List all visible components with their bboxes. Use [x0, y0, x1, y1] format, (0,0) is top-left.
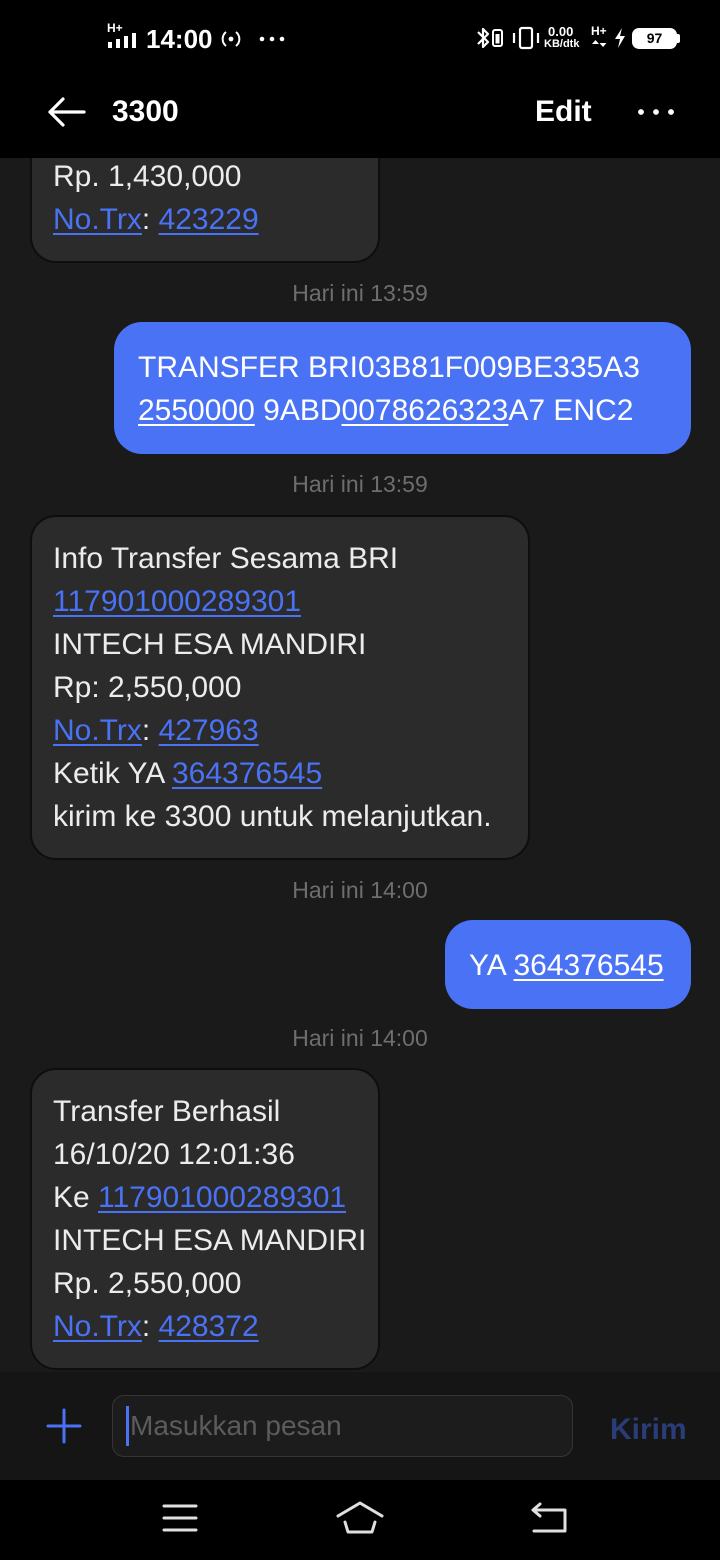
navigation-bar — [0, 1480, 720, 1560]
received-message-bubble[interactable]: Transfer Berhasil 16/10/20 12:01:36 Ke 1… — [30, 1068, 380, 1370]
message-line: TRANSFER BRI03B81F009BE335A3 — [138, 346, 675, 389]
message-text: 9ABD — [254, 394, 342, 427]
trx-number-link[interactable]: 427963 — [159, 714, 259, 747]
text-cursor — [126, 1406, 129, 1446]
amount-text: Rp. 2,550,000 — [53, 1267, 242, 1300]
network-speed-unit: KB/dtk — [544, 38, 580, 50]
message-line: No.Trx: 427963 — [53, 709, 520, 752]
conversation-title: 3300 — [112, 95, 179, 128]
received-message-bubble[interactable]: Rp. 1,430,000 No.Trx: 423229 — [30, 158, 380, 263]
account-name-text: INTECH ESA MANDIRI — [53, 1224, 367, 1257]
message-line: Rp. 1,430,000 — [53, 158, 370, 198]
menu-icon[interactable] — [162, 1503, 198, 1533]
message-line: Transfer Berhasil — [53, 1090, 370, 1133]
message-line: Ketik YA 364376545 — [53, 752, 520, 795]
data-activity-icon — [592, 40, 607, 47]
vibrate-icon — [512, 26, 540, 50]
message-line: 117901000289301 — [53, 580, 520, 623]
message-text: YA — [469, 949, 514, 982]
message-line: INTECH ESA MANDIRI — [53, 623, 520, 666]
timestamp: Hari ini 14:00 — [292, 1025, 428, 1051]
number-link[interactable]: 0078626323 — [342, 394, 509, 427]
edit-button[interactable]: Edit — [535, 92, 592, 132]
message-line: Rp: 2,550,000 — [53, 666, 520, 709]
back-arrow-icon[interactable] — [46, 96, 86, 128]
amount-text: Rp. 1,430,000 — [53, 160, 242, 193]
message-line: Rp. 2,550,000 — [53, 1262, 370, 1305]
trx-label-link[interactable]: No.Trx — [53, 714, 142, 747]
account-name-text: INTECH ESA MANDIRI — [53, 628, 367, 661]
message-title-text: Info Transfer Sesama BRI — [53, 542, 399, 575]
message-line: YA 364376545 — [469, 944, 675, 987]
top-bar: H+ 14:00 0.00 KB/dtk H+ 97 3300 Edit — [0, 0, 720, 158]
timestamp: Hari ini 13:59 — [292, 471, 428, 497]
signal-icon — [108, 33, 136, 48]
separator-text: : — [141, 714, 159, 747]
account-number-link[interactable]: 117901000289301 — [98, 1181, 346, 1214]
account-number-link[interactable]: 117901000289301 — [53, 585, 301, 618]
message-line: INTECH ESA MANDIRI — [53, 1219, 370, 1262]
battery-nub — [677, 34, 680, 43]
separator-text: : — [141, 1310, 159, 1343]
network-speed-value: 0.00 — [548, 24, 574, 39]
timestamp: Hari ini 13:59 — [292, 280, 428, 306]
message-text: Ke — [53, 1181, 99, 1214]
home-icon[interactable] — [335, 1500, 385, 1536]
trx-label-link[interactable]: No.Trx — [53, 1310, 142, 1343]
separator-text: : — [141, 203, 159, 236]
message-line: 2550000 9ABD0078626323A7 ENC2 — [138, 389, 675, 432]
message-line: 16/10/20 12:01:36 — [53, 1133, 370, 1176]
message-line: Ke 117901000289301 — [53, 1176, 370, 1219]
message-line: Info Transfer Sesama BRI — [53, 537, 520, 580]
status-time: 14:00 — [146, 24, 213, 54]
message-input[interactable] — [112, 1395, 573, 1457]
sent-message-bubble[interactable]: YA 364376545 — [445, 920, 691, 1009]
message-line: kirim ke 3300 untuk melanjutkan. — [53, 795, 520, 838]
instruction-text: kirim ke 3300 untuk melanjutkan. — [53, 800, 492, 833]
message-thread[interactable]: Rp. 1,430,000 No.Trx: 423229 Hari ini 13… — [0, 158, 720, 1372]
message-line: No.Trx: 423229 — [53, 198, 370, 241]
send-button[interactable]: Kirim — [610, 1410, 687, 1450]
app-header — [0, 75, 720, 158]
timestamp: Hari ini 14:00 — [292, 877, 428, 903]
message-composer: Kirim — [0, 1372, 720, 1480]
add-icon[interactable] — [46, 1408, 82, 1444]
amount-text: Rp: 2,550,000 — [53, 671, 242, 704]
message-text: A7 ENC2 — [508, 394, 634, 427]
number-link[interactable]: 2550000 — [138, 394, 255, 427]
message-line: No.Trx: 428372 — [53, 1305, 370, 1348]
battery-percent: 97 — [646, 30, 663, 46]
more-options-icon[interactable] — [636, 106, 678, 118]
hotspot-icon — [221, 31, 241, 47]
battery-icon: 97 — [632, 28, 677, 49]
trx-number-link[interactable]: 423229 — [159, 203, 259, 236]
trx-label-link[interactable]: No.Trx — [53, 203, 142, 236]
charging-icon — [615, 28, 625, 48]
message-text: TRANSFER BRI03B81F009BE335A3 — [138, 351, 640, 384]
instruction-text: Ketik YA — [53, 757, 172, 790]
trx-number-link[interactable]: 428372 — [159, 1310, 259, 1343]
code-link[interactable]: 364376545 — [172, 757, 322, 790]
code-link[interactable]: 364376545 — [513, 949, 663, 982]
more-icon — [259, 36, 285, 42]
bluetooth-icon — [477, 27, 503, 49]
received-message-bubble[interactable]: Info Transfer Sesama BRI 117901000289301… — [30, 515, 530, 860]
network-type-right: H+ — [591, 24, 607, 38]
datetime-text: 16/10/20 12:01:36 — [53, 1138, 295, 1171]
sent-message-bubble[interactable]: TRANSFER BRI03B81F009BE335A3 2550000 9AB… — [114, 322, 691, 454]
back-icon[interactable] — [530, 1502, 570, 1534]
status-bar: H+ 14:00 0.00 KB/dtk H+ 97 — [0, 0, 720, 75]
message-title-text: Transfer Berhasil — [53, 1095, 281, 1128]
